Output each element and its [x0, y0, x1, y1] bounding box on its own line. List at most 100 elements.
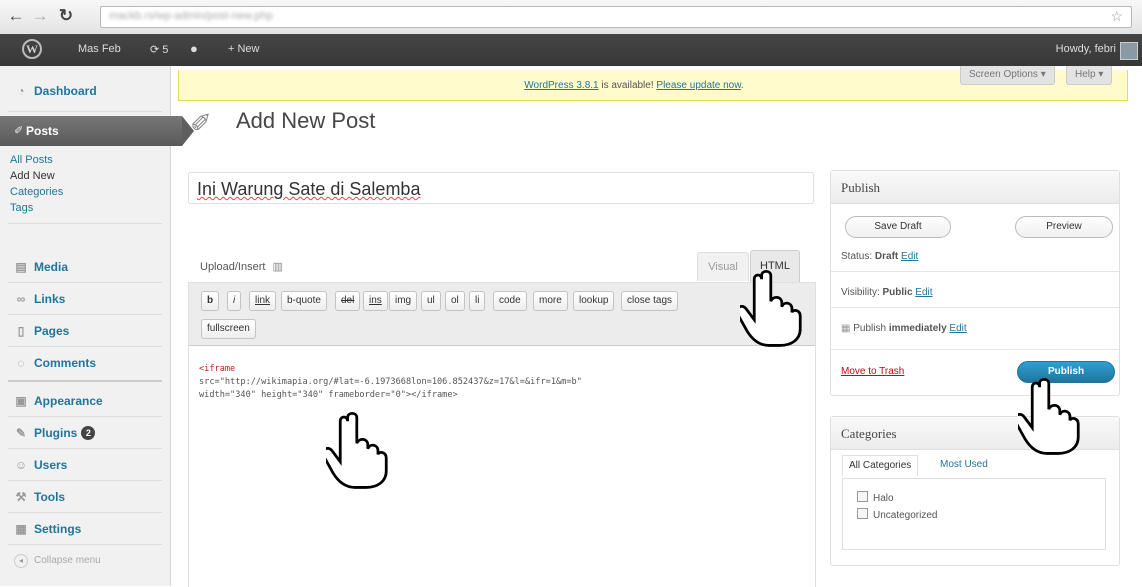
users-icon: ☺ [14, 458, 28, 472]
visibility-edit-link[interactable]: Edit [915, 287, 932, 298]
status-value: Draft [874, 251, 899, 262]
qt-bquote-button[interactable]: b-quote [281, 291, 327, 311]
sidebar-item-dashboard[interactable]: ◔ Dashboard [0, 76, 168, 106]
preview-button[interactable]: Preview [1015, 216, 1113, 238]
qt-link-button[interactable]: link [249, 291, 277, 311]
update-now-link[interactable]: Please update now [656, 80, 741, 91]
updates-link[interactable]: ⟳ 5 [150, 43, 168, 56]
screen-options-button[interactable]: Screen Options ▾ [960, 66, 1055, 85]
qt-bold-button[interactable]: b [201, 291, 220, 311]
category-checkbox[interactable] [857, 508, 868, 519]
qt-ul-button[interactable]: ul [421, 291, 441, 311]
move-to-trash-link[interactable]: Move to Trash [841, 366, 904, 377]
new-content-link[interactable]: + New [228, 43, 260, 55]
submenu-add-new[interactable]: Add New [10, 170, 55, 182]
qt-close-tags-button[interactable]: close tags [621, 291, 679, 311]
plugins-icon: ✎ [15, 426, 27, 440]
back-icon[interactable]: ← [6, 6, 26, 26]
avatar[interactable] [1120, 42, 1138, 60]
qt-ol-button[interactable]: ol [445, 291, 465, 311]
tools-icon: ⚒ [15, 490, 27, 504]
calendar-icon: ▦ [841, 323, 851, 334]
qt-img-button[interactable]: img [389, 291, 418, 311]
pages-icon: ▯ [17, 324, 25, 338]
sidebar-item-media[interactable]: ▤ Media [0, 252, 168, 282]
qt-lookup-button[interactable]: lookup [573, 291, 615, 311]
site-name-link[interactable]: Mas Feb [78, 43, 121, 55]
sidebar-separator [8, 223, 162, 224]
qt-code-button[interactable]: code [493, 291, 527, 311]
address-bar[interactable]: mackb.rs/wp-admin/post-new.php ☆ [100, 6, 1132, 28]
notice-message: is available! [598, 80, 657, 91]
sidebar-item-settings[interactable]: ▦ Settings [0, 514, 168, 544]
status-label: Status: [841, 251, 873, 262]
publish-separator [831, 349, 1119, 350]
sidebar-separator [8, 111, 162, 112]
visibility-row: Visibility: Public Edit [841, 287, 933, 298]
help-button[interactable]: Help ▾ [1066, 66, 1113, 85]
tab-all-categories[interactable]: All Categories [842, 455, 919, 476]
link-icon: ∞ [16, 292, 26, 306]
browser-toolbar: ← → ↻ mackb.rs/wp-admin/post-new.php ☆ [0, 0, 1142, 35]
save-draft-button[interactable]: Save Draft [845, 216, 951, 238]
forward-icon[interactable]: → [30, 6, 50, 26]
schedule-label: Publish [853, 323, 887, 334]
sidebar-separator [8, 416, 162, 417]
pointing-hand-icon [1018, 378, 1080, 455]
sidebar-item-pages[interactable]: ▯ Pages [0, 316, 168, 346]
notice-period: . [740, 80, 744, 91]
html-content[interactable]: <iframe src="http://wikimapia.org/#lat=-… [199, 363, 799, 402]
post-title-input[interactable]: Ini Warung Sate di Salemba [188, 172, 814, 204]
category-checkbox[interactable] [857, 491, 868, 502]
quicktags-toolbar: b i link b-quote del ins img ul ol li co… [189, 283, 815, 346]
category-item-uncategorized[interactable]: Uncategorized [857, 508, 937, 521]
sidebar-item-label: Tools [34, 490, 66, 504]
collapse-arrow-icon: ◂ [14, 554, 28, 568]
schedule-edit-link[interactable]: Edit [949, 323, 966, 334]
publish-separator [831, 307, 1119, 308]
qt-more-button[interactable]: more [533, 291, 568, 311]
sidebar-item-comments[interactable]: ◌ Comments [0, 348, 168, 378]
upload-insert-label: Upload/Insert [200, 261, 266, 273]
add-media-icon[interactable]: ▥ [273, 261, 283, 273]
sidebar-item-links[interactable]: ∞ Links [0, 284, 168, 314]
comments-icon: ◌ [17, 356, 25, 370]
sidebar-item-label: Settings [34, 522, 82, 536]
submenu-all-posts[interactable]: All Posts [10, 154, 53, 166]
status-edit-link[interactable]: Edit [901, 251, 918, 262]
pointing-hand-icon [326, 412, 388, 489]
qt-ins-button[interactable]: ins [363, 291, 388, 311]
submenu-tags[interactable]: Tags [10, 202, 33, 214]
howdy-user-link[interactable]: Howdy, febri [1056, 43, 1116, 55]
publish-separator [831, 271, 1119, 272]
comments-bubble-icon[interactable]: ● [190, 41, 198, 56]
qt-li-button[interactable]: li [469, 291, 486, 311]
sidebar-item-posts[interactable]: ✐ Posts [0, 116, 194, 146]
pushpin-icon: ✐ [190, 108, 212, 138]
pointing-hand-icon [740, 270, 802, 347]
sidebar-item-plugins[interactable]: ✎ Plugins 2 [0, 418, 168, 448]
sidebar-item-users[interactable]: ☺ Users [0, 450, 168, 480]
submenu-categories[interactable]: Categories [10, 186, 63, 198]
reload-icon[interactable]: ↻ [56, 6, 76, 26]
qt-del-button[interactable]: del [335, 291, 361, 311]
category-item-halo[interactable]: Halo [857, 491, 894, 504]
category-label: Halo [873, 493, 894, 504]
tab-most-used[interactable]: Most Used [934, 455, 994, 475]
address-bar-url: mackb.rs/wp-admin/post-new.php [109, 10, 273, 22]
bookmark-star-icon[interactable]: ☆ [1110, 8, 1123, 25]
plugins-update-badge: 2 [81, 426, 96, 440]
sidebar-item-appearance[interactable]: ▣ Appearance [0, 386, 168, 416]
qt-fullscreen-button[interactable]: fullscreen [201, 319, 256, 339]
category-label: Uncategorized [873, 510, 938, 521]
publish-box-header[interactable]: Publish [831, 171, 1119, 204]
page-title: Add New Post [236, 108, 376, 133]
wordpress-logo-icon[interactable]: W [22, 39, 42, 59]
wordpress-version-link[interactable]: WordPress 3.8.1 [524, 80, 598, 91]
qt-italic-button[interactable]: i [227, 291, 242, 311]
sidebar-item-tools[interactable]: ⚒ Tools [0, 482, 168, 512]
post-title-value: Ini Warung Sate di Salemba [197, 179, 421, 199]
sidebar-item-label: Dashboard [34, 84, 97, 98]
collapse-menu-button[interactable]: ◂ Collapse menu [0, 546, 168, 576]
post-editor[interactable]: b i link b-quote del ins img ul ol li co… [188, 282, 816, 587]
